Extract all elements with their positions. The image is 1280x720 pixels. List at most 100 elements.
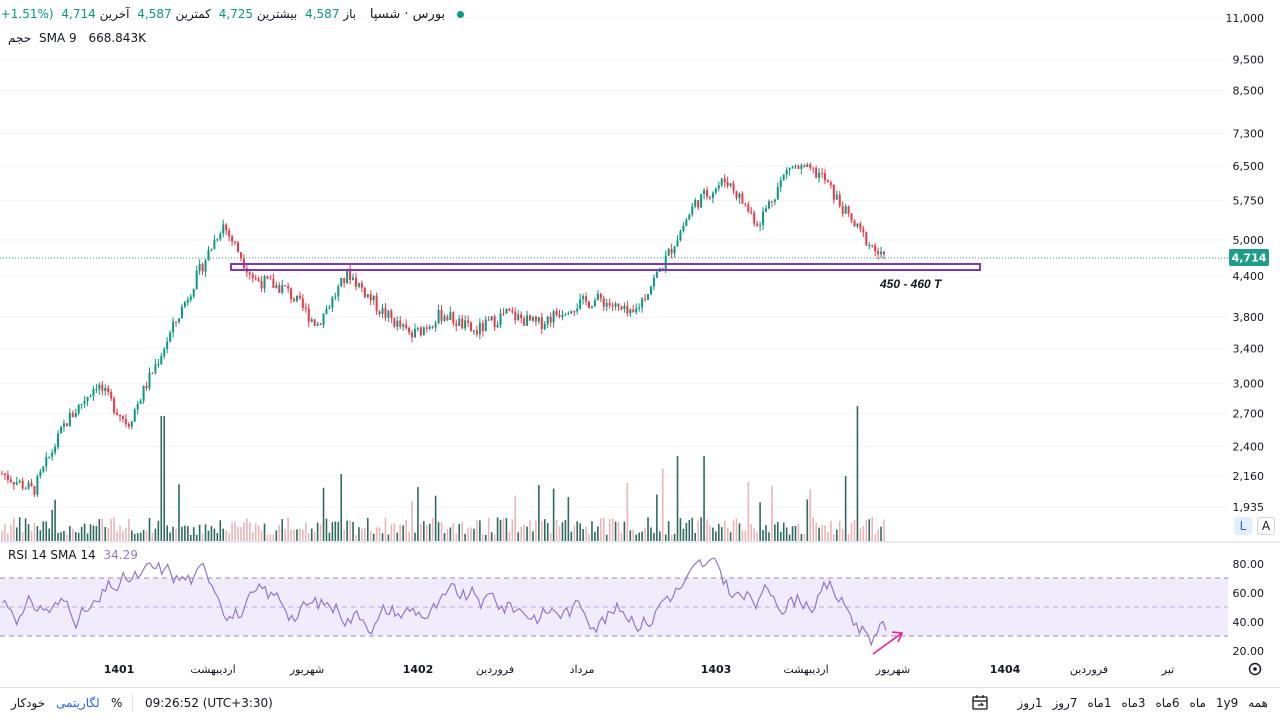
volume-legend: حجم SMA 9 668.843K [8,31,146,45]
volume-bar [756,532,758,541]
volume-bar [791,526,794,541]
candle-body [844,206,847,214]
candle-body [826,180,829,183]
volume-bar [774,524,776,541]
volume-bar [549,532,552,541]
candle-body [101,384,104,392]
rsi-axis: 80.00 60.00 40.00 20.00 [1233,558,1265,658]
bottom-toolbar: خودکار لگاریتمی % 09:26:52 (UTC+3:30) هم… [0,687,1280,720]
time-tick-label: 1402 [403,663,434,676]
volume-bar [543,519,546,541]
volume-bar [381,533,384,541]
volume-bar [635,534,638,541]
volume-bar [818,527,820,541]
time-range-tab[interactable]: 7روز [1052,696,1077,710]
clock-timezone[interactable]: 09:26:52 (UTC+3:30) [145,696,273,710]
log-scale-button[interactable]: L [1234,517,1252,535]
candle-body [635,308,638,313]
candle-body [372,295,375,301]
volume-bar [243,522,245,541]
volume-bar [673,533,676,541]
candle-body [818,172,821,178]
candle-body [741,193,744,204]
volume-bar [437,522,440,541]
candle-body [160,356,163,365]
candle-body [478,323,481,335]
volume-bar [841,528,844,541]
candle-body [523,318,526,326]
time-range-tabs: همه 1y9ماه 6ماه 3ماه 1ماه 7روز 1روز [1007,696,1268,710]
auto-scale-toggle[interactable]: خودکار [11,696,45,710]
volume-bar [95,526,98,541]
price-tick-label: 2,160 [1233,470,1265,483]
candle-body [310,319,313,322]
volume-bar [732,520,735,541]
time-range-tab[interactable]: 9ماه [1190,696,1239,710]
time-range-tab[interactable]: 1ماه [1087,696,1111,710]
candle-body [446,316,449,320]
volume-bar [741,530,744,541]
percent-toggle[interactable]: % [111,696,122,710]
candle-body [36,476,39,495]
volume-bar [718,523,720,541]
volume-bar [715,531,717,541]
volume-bar [299,528,301,541]
time-range-tab[interactable]: 1y [1216,696,1231,710]
candle-body [517,314,520,321]
rsi-tick-label: 80.00 [1233,558,1265,571]
settings-gear-icon[interactable] [1248,662,1262,676]
candle-body [343,277,346,284]
volume-bar [747,481,750,541]
volume-bar [166,525,168,541]
volume-bar [139,532,142,541]
time-range-tab[interactable]: 3ماه [1122,696,1146,710]
candle-body [148,372,151,389]
volume-bar [661,468,664,541]
candle-body [68,413,71,427]
rsi-pane[interactable]: 80.00 60.00 40.00 20.00 [0,557,1265,658]
candle-body [354,277,357,287]
candle-body [71,413,74,418]
candle-body [157,364,160,366]
auto-scale-button[interactable]: A [1257,517,1275,535]
close-value: 4,714 [61,7,96,21]
volume-bar [685,522,688,541]
goto-date-icon[interactable] [970,693,990,713]
volume-bar [198,524,201,541]
candle-body [850,213,853,221]
volume-bar [130,530,133,541]
candle-body [319,323,322,325]
candle-body [720,178,723,186]
candle-body [791,166,794,168]
candle-body [880,251,883,255]
candle-body [537,317,540,322]
last-price-badge-label: 4,714 [1232,252,1267,265]
time-range-tab[interactable]: همه [1248,696,1268,710]
log-scale-toggle[interactable]: لگاریتمی [56,696,100,710]
time-range-tab[interactable]: 1روز [1017,696,1042,710]
candle-body [838,194,841,206]
price-chart[interactable]: 450 - 460 T 11,000 9,500 8,500 7,300 6,500 5,… [0,0,1280,687]
time-axis[interactable]: 1401 اردیبهشت شهریور 1402 فروردین مرداد 1403 ار… [104,663,1175,676]
time-range-tab[interactable]: 6ماه [1156,696,1180,710]
volume-bar [328,532,331,541]
volume-bar [679,518,682,541]
candle-body [434,323,437,328]
volume-bar [532,531,534,541]
symbol-title[interactable]: بورس · شسپا [370,7,445,22]
candle-body [3,473,6,475]
volume-bar [15,527,18,541]
candle-body [408,327,411,333]
candle-body [703,190,706,195]
candle-body [186,299,189,303]
time-tick-label: تیر [1161,663,1174,676]
candle-body [9,479,12,483]
candle-body [570,311,573,314]
toolbar-divider [132,694,133,712]
candle-body [514,312,517,321]
volume-bar [225,530,227,541]
volume-bar [260,530,263,541]
volume-bar [700,517,702,541]
support-zone-rectangle[interactable] [230,263,981,271]
volume-bar [369,531,372,541]
